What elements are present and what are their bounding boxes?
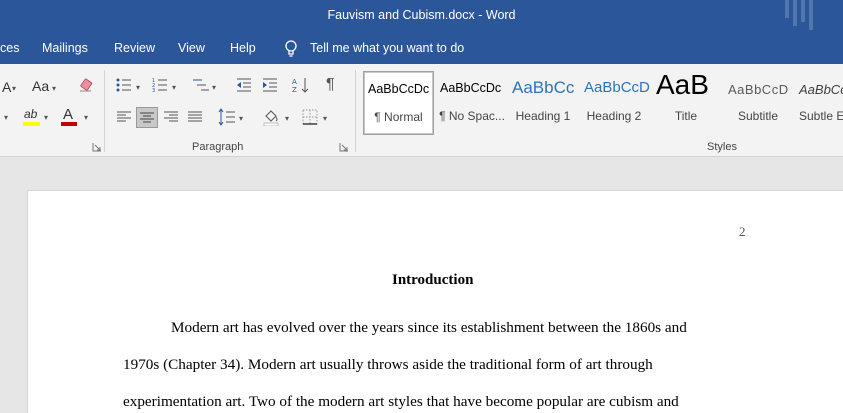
- chevron-down-icon: ▾: [172, 83, 177, 92]
- style-name: ¶ No Spac...: [439, 109, 505, 123]
- chevron-down-icon: ▾: [44, 113, 49, 122]
- group-separator: [104, 70, 105, 152]
- borders-icon[interactable]: [302, 109, 318, 125]
- svg-text:3: 3: [152, 88, 155, 93]
- tab-view[interactable]: View: [178, 41, 205, 55]
- styles-group-label: Styles: [707, 141, 737, 153]
- paragraph-line: experimentation art. Two of the modern a…: [123, 393, 679, 410]
- window-title: Fauvism and Cubism.docx - Word: [327, 8, 516, 22]
- style-no-spacing[interactable]: AaBbCcDc ¶ No Spac...: [436, 71, 508, 135]
- style-preview: AaBbCcD: [728, 82, 789, 97]
- style-name: Heading 2: [586, 109, 642, 123]
- font-color-bar: [61, 122, 77, 126]
- style-name: Subtitle: [737, 109, 779, 123]
- tab-references[interactable]: ces: [0, 41, 19, 55]
- tab-mailings[interactable]: Mailings: [42, 41, 88, 55]
- style-name: Subtle Em: [799, 109, 843, 123]
- style-heading-2[interactable]: AaBbCcD Heading 2: [578, 71, 650, 135]
- chevron-down-icon: ▾: [239, 114, 244, 123]
- decrease-indent-icon[interactable]: [236, 77, 252, 93]
- justify-icon[interactable]: [187, 110, 203, 124]
- document-page[interactable]: 2 Introduction Modern art has evolved ov…: [27, 190, 843, 413]
- change-case-button[interactable]: Aa: [32, 78, 49, 94]
- style-heading-1[interactable]: AaBbCc Heading 1: [508, 71, 578, 135]
- clear-formatting-icon[interactable]: [78, 77, 94, 93]
- ribbon: A ▾ Aa ▾ ▾ ab ▾ A ▾ ▾ 123 ▾ ▾ AZ ¶ ▾ ▾ ▾…: [0, 64, 843, 157]
- style-subtitle[interactable]: AaBbCcD Subtitle: [722, 71, 794, 135]
- paragraph-group-label: Paragraph: [192, 141, 244, 153]
- increase-indent-icon[interactable]: [262, 77, 278, 93]
- chevron-down-icon: ▾: [136, 83, 141, 92]
- style-preview: AaB: [656, 71, 709, 100]
- shading-icon[interactable]: [262, 108, 280, 126]
- chevron-down-icon: ▾: [323, 114, 328, 123]
- style-title[interactable]: AaB Title: [650, 71, 722, 135]
- chevron-down-icon: ▾: [12, 84, 17, 93]
- tab-help[interactable]: Help: [230, 41, 256, 55]
- chevron-down-icon: ▾: [4, 113, 9, 122]
- align-center-icon: [140, 112, 154, 123]
- bullets-icon[interactable]: [116, 77, 132, 93]
- style-preview: AaBbCc: [512, 78, 575, 97]
- style-preview: AaBbCc: [799, 82, 843, 97]
- multilevel-list-icon[interactable]: [192, 77, 210, 93]
- font-dialog-launcher-icon[interactable]: [92, 142, 102, 152]
- align-center-button[interactable]: [136, 107, 158, 128]
- line-spacing-icon[interactable]: [218, 108, 236, 126]
- title-bar: Fauvism and Cubism.docx - Word: [0, 0, 843, 34]
- style-preview: AaBbCcDc: [440, 81, 502, 95]
- paragraph-dialog-launcher-icon[interactable]: [339, 142, 349, 152]
- document-heading: Introduction: [392, 272, 474, 288]
- style-name: Heading 1: [515, 109, 571, 123]
- align-left-icon[interactable]: [116, 110, 132, 124]
- document-area: 2 Introduction Modern art has evolved ov…: [0, 157, 843, 413]
- style-preview: AaBbCcD: [584, 79, 650, 96]
- title-decoration: [785, 0, 821, 30]
- highlight-color-bar: [23, 122, 40, 126]
- lightbulb-icon[interactable]: [284, 40, 298, 58]
- style-name: Title: [674, 109, 698, 123]
- svg-text:Z: Z: [292, 86, 297, 94]
- paragraph-line: 1970s (Chapter 34). Modern art usually t…: [123, 356, 653, 373]
- highlight-button[interactable]: ab: [24, 107, 37, 121]
- align-right-icon[interactable]: [163, 110, 179, 124]
- style-name: ¶ Normal: [374, 110, 423, 124]
- sort-icon[interactable]: AZ: [292, 76, 310, 94]
- chevron-down-icon: ▾: [84, 113, 89, 122]
- font-color-button[interactable]: A: [63, 106, 73, 123]
- chevron-down-icon: ▾: [285, 114, 290, 123]
- style-subtle-emphasis[interactable]: AaBbCc Subtle Em: [794, 71, 843, 135]
- chevron-down-icon: ▾: [52, 84, 57, 93]
- page-number: 2: [739, 224, 746, 239]
- style-normal[interactable]: AaBbCcDc ¶ Normal: [363, 71, 434, 135]
- grow-font-button[interactable]: A: [2, 79, 11, 95]
- numbering-icon[interactable]: 123: [152, 77, 168, 93]
- ribbon-tabs: ces Mailings Review View Help Tell me wh…: [0, 34, 843, 64]
- show-formatting-marks-icon[interactable]: ¶: [326, 76, 335, 94]
- tell-me-search[interactable]: Tell me what you want to do: [310, 41, 464, 55]
- svg-text:A: A: [292, 78, 297, 86]
- paragraph-line: Modern art has evolved over the years si…: [171, 319, 687, 336]
- group-separator: [355, 70, 356, 152]
- style-preview: AaBbCcDc: [368, 82, 430, 96]
- chevron-down-icon: ▾: [212, 83, 217, 92]
- tab-review[interactable]: Review: [114, 41, 155, 55]
